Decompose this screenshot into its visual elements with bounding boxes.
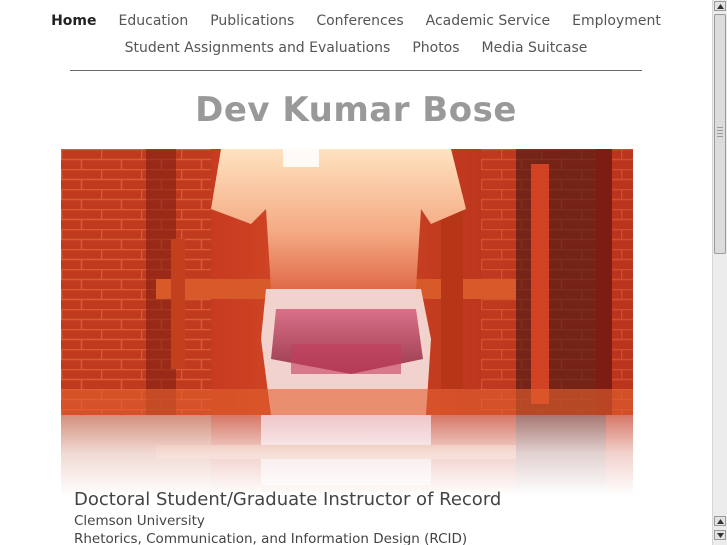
nav-item-conferences[interactable]: Conferences <box>316 8 403 35</box>
arrow-down-icon <box>716 532 724 538</box>
scroll-up-button[interactable] <box>714 1 726 11</box>
nav-item-home[interactable]: Home <box>51 8 96 35</box>
photo-icon <box>61 149 633 415</box>
nav-row-2: Student Assignments and Evaluations Phot… <box>70 35 642 62</box>
nav-item-photos[interactable]: Photos <box>412 35 459 62</box>
nav-item-student-assignments[interactable]: Student Assignments and Evaluations <box>125 35 391 62</box>
scroll-down-button[interactable] <box>714 530 726 540</box>
scroll-thumb[interactable] <box>714 14 726 254</box>
hero-image <box>61 149 633 415</box>
site-title: Dev Kumar Bose <box>195 90 517 130</box>
caption-program: Rhetorics, Communication, and Informatio… <box>74 531 468 545</box>
caption-institution: Clemson University <box>74 513 205 529</box>
hero-caption: Doctoral Student/Graduate Instructor of … <box>74 488 634 545</box>
vertical-scrollbar[interactable] <box>712 0 727 545</box>
arrow-up-icon <box>716 3 724 9</box>
nav-divider <box>70 70 642 71</box>
arrow-up-icon <box>716 518 724 524</box>
grip-icon <box>717 127 723 139</box>
nav-row-1: Home Education Publications Conferences … <box>51 8 661 35</box>
nav-item-education[interactable]: Education <box>119 8 189 35</box>
caption-title: Doctoral Student/Graduate Instructor of … <box>74 489 502 510</box>
main-nav: Home Education Publications Conferences … <box>51 8 661 62</box>
nav-item-academic-service[interactable]: Academic Service <box>426 8 551 35</box>
nav-item-media-suitcase[interactable]: Media Suitcase <box>482 35 588 62</box>
nav-item-publications[interactable]: Publications <box>210 8 294 35</box>
scroll-up-button-lower[interactable] <box>714 516 726 526</box>
nav-item-employment[interactable]: Employment <box>572 8 661 35</box>
page: Home Education Publications Conferences … <box>0 0 727 545</box>
